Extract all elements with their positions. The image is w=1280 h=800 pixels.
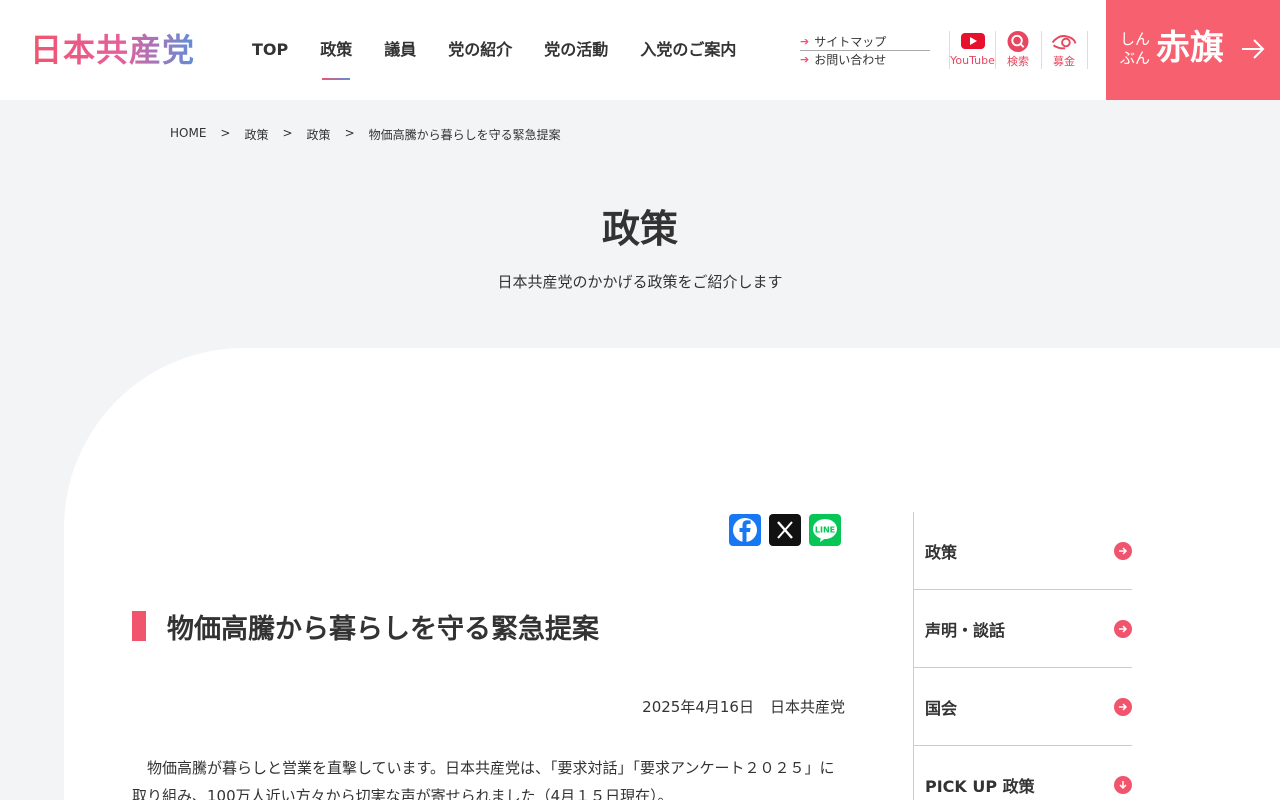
akahata-small-text: しん ぶん	[1120, 30, 1151, 67]
divider	[1087, 31, 1088, 69]
article-title: 物価高騰から暮らしを守る緊急提案	[167, 613, 599, 645]
line-icon: LINE	[813, 519, 837, 542]
sidebar-item-statements[interactable]: 声明・談話	[914, 590, 1132, 668]
page-title: 政策	[601, 207, 678, 251]
site-logo[interactable]: 日本共産党	[30, 30, 195, 70]
article-date: 2025年4月16日	[642, 698, 754, 716]
site-header: 日本共産党 TOP 政策 議員 党の紹介 党の活動 入党のご案内 ➔ サイトマッ…	[0, 0, 1280, 100]
main-nav: TOP 政策 議員 党の紹介 党の活動 入党のご案内	[236, 0, 752, 100]
x-icon	[777, 521, 793, 539]
page-subtitle: 日本共産党のかかげる政策をご紹介します	[497, 273, 783, 291]
donation-icon	[1051, 35, 1077, 50]
youtube-icon	[960, 33, 985, 49]
akahata-banner[interactable]: しん ぶん 赤旗	[1106, 0, 1280, 100]
arrow-down-circle-icon	[1114, 775, 1132, 794]
breadcrumb: HOME > 政策 > 政策 > 物価高騰から暮らしを守る緊急提案	[170, 126, 561, 143]
arrow-right-circle-icon	[1114, 697, 1132, 716]
sidebar: 政策 声明・談話 国会 PICK UP 政策	[913, 512, 1132, 800]
sidebar-item-label: 声明・談話	[925, 620, 1006, 640]
akahata-title: 赤旗	[1156, 28, 1224, 68]
article-author: 日本共産党	[769, 698, 845, 716]
share-buttons: LINE	[729, 514, 841, 546]
arrow-right-icon: ➔	[800, 34, 810, 48]
sidebar-item-diet[interactable]: 国会	[914, 668, 1132, 746]
sitemap-link[interactable]: ➔ サイトマップ	[800, 33, 930, 51]
sidebar-item-label: PICK UP 政策	[925, 776, 1035, 796]
search-button[interactable]: 検索	[996, 31, 1040, 69]
arrow-right-icon	[1242, 39, 1265, 59]
sitemap-label: サイトマップ	[814, 34, 887, 49]
youtube-button[interactable]: YouTube	[950, 31, 995, 69]
nav-about[interactable]: 党の紹介	[432, 0, 528, 100]
nav-activities[interactable]: 党の活動	[528, 0, 624, 100]
contact-link[interactable]: ➔ お問い合わせ	[800, 51, 930, 69]
article-body: 物価高騰が暮らしと営業を直撃しています。日本共産党は、「要求対話」「要求アンケー…	[132, 759, 835, 800]
breadcrumb-current: 物価高騰から暮らしを守る緊急提案	[368, 128, 561, 142]
arrow-right-icon: ➔	[800, 53, 810, 66]
nav-policy[interactable]: 政策	[304, 0, 368, 100]
breadcrumb-policy-sub[interactable]: 政策	[307, 126, 331, 143]
nav-join[interactable]: 入党のご案内	[624, 0, 752, 100]
facebook-share-button[interactable]	[729, 514, 761, 546]
svg-text:LINE: LINE	[815, 526, 835, 535]
contact-label: お問い合わせ	[814, 53, 887, 67]
search-icon	[1007, 31, 1029, 52]
sidebar-item-policy[interactable]: 政策	[914, 512, 1132, 590]
heading-accent-bar	[132, 611, 146, 641]
breadcrumb-separator: >	[220, 126, 231, 140]
donation-button[interactable]: 募金	[1042, 31, 1086, 69]
article-heading: 物価高騰から暮らしを守る緊急提案	[132, 606, 599, 646]
search-label: 検索	[1007, 55, 1029, 68]
nav-members[interactable]: 議員	[368, 0, 432, 100]
arrow-right-circle-icon	[1114, 619, 1132, 638]
breadcrumb-home[interactable]: HOME	[170, 126, 206, 143]
youtube-label: YouTube	[950, 54, 995, 67]
breadcrumb-separator: >	[282, 126, 293, 140]
arrow-right-circle-icon	[1114, 541, 1132, 560]
facebook-icon	[733, 518, 757, 542]
sidebar-item-label: 政策	[925, 542, 958, 562]
utility-links: ➔ サイトマップ ➔ お問い合わせ	[800, 33, 930, 69]
sidebar-item-pickup[interactable]: PICK UP 政策	[914, 746, 1132, 800]
nav-top[interactable]: TOP	[236, 0, 304, 100]
donation-label: 募金	[1053, 55, 1075, 68]
breadcrumb-separator: >	[344, 126, 355, 140]
line-share-button[interactable]: LINE	[809, 514, 841, 546]
article-meta: 2025年4月16日 日本共産党	[642, 696, 845, 717]
x-share-button[interactable]	[769, 514, 801, 546]
breadcrumb-policy[interactable]: 政策	[244, 126, 268, 143]
sidebar-item-label: 国会	[925, 698, 958, 718]
